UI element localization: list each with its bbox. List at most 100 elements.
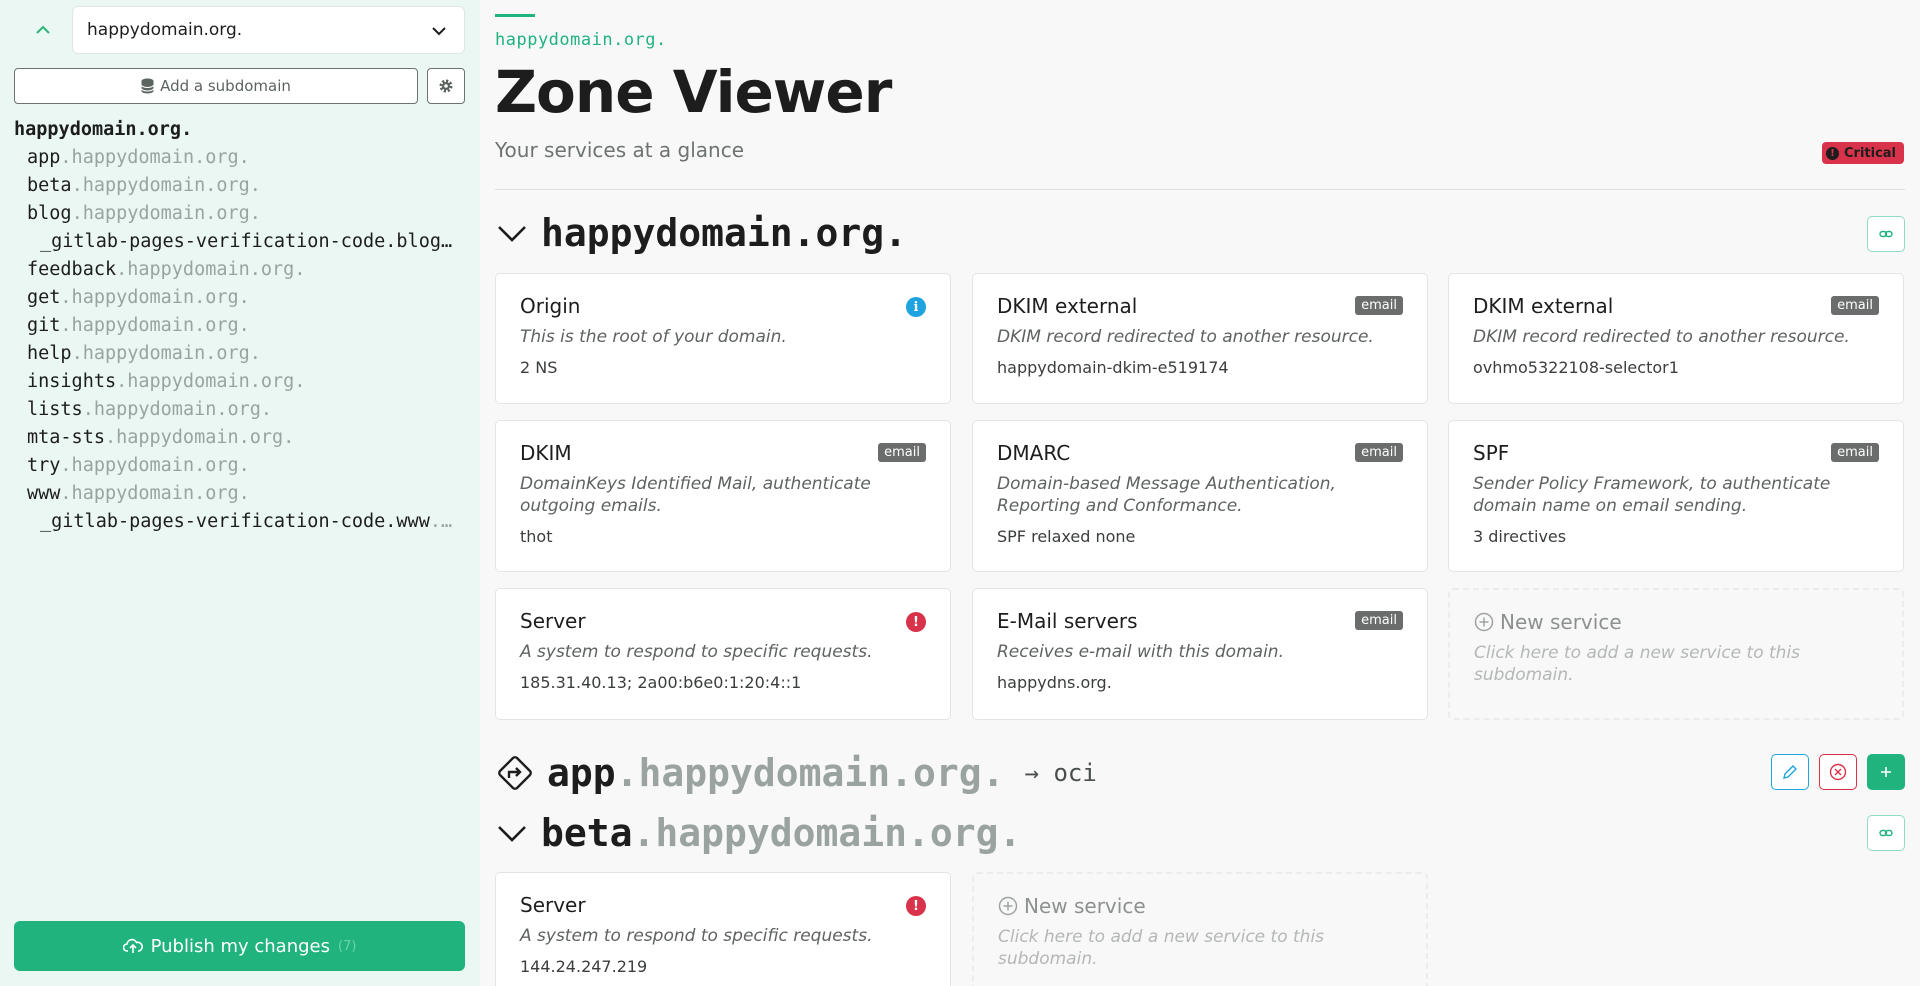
card-title: DKIM [520,441,572,465]
alert-icon: ! [906,896,926,916]
tree-item-beta[interactable]: beta.happydomain.org. [14,172,464,200]
settings-button[interactable] [427,68,465,104]
gear-icon [439,79,453,93]
main-content: happydomain.org. Zone Viewer Your servic… [495,0,1905,986]
card-value: SPF relaxed none [997,527,1136,546]
service-card-dkim[interactable]: DKIM email DomainKeys Identified Mail, a… [495,420,951,572]
service-card-beta-server[interactable]: Server ! A system to respond to specific… [495,872,951,986]
card-description: Click here to add a new service to this … [1474,643,1801,685]
link-icon [1879,230,1893,238]
redirect-target: → oci [1024,759,1097,787]
new-service-label: New service [1500,610,1622,634]
domain-select[interactable]: happydomain.org. [72,6,465,54]
cloud-upload-icon [122,938,143,953]
tree-item-blog[interactable]: blog.happydomain.org. [14,200,464,228]
zone-name-root: happydomain.org. [541,211,908,255]
zone-suffix-app: .happydomain.org. [615,751,1005,795]
service-card-dmarc[interactable]: DMARC email Domain-based Message Authent… [972,420,1428,572]
subdomain-tree: happydomain.org. app.happydomain.org. be… [14,116,464,536]
email-badge: email [1355,611,1403,630]
card-description: This is the root of your domain. [520,327,787,347]
tree-item-lists[interactable]: lists.happydomain.org. [14,396,464,424]
chevron-down-icon[interactable] [495,816,529,850]
card-value: happydns.org. [997,673,1112,692]
domain-bar: happydomain.org. [14,6,465,54]
service-card-dkim-external-1[interactable]: DKIM external email DKIM record redirect… [972,273,1428,404]
tree-item-git[interactable]: git.happydomain.org. [14,312,464,340]
link-icon [1879,829,1893,837]
tree-root[interactable]: happydomain.org. [14,116,464,144]
card-value: happydomain-dkim-e519174 [997,358,1229,377]
tree-item-get[interactable]: get.happydomain.org. [14,284,464,312]
publish-label: Publish my changes [150,935,330,957]
page-title: Zone Viewer [495,58,892,126]
card-title: DKIM external [997,294,1138,318]
tree-item-gitlab-www[interactable]: _gitlab-pages-verification-code.www.… [14,508,464,536]
zone-header-beta: beta.happydomain.org. [495,808,1021,858]
pencil-icon [1783,765,1797,779]
card-title: Server [520,609,586,633]
sidebar: happydomain.org. Add a subdomain happydo… [0,0,480,986]
email-badge: email [1831,296,1879,315]
email-badge: email [1831,443,1879,462]
service-card-dkim-external-2[interactable]: DKIM external email DKIM record redirect… [1448,273,1904,404]
card-description: DKIM record redirected to another resour… [997,327,1374,347]
plus-circle-icon [998,896,1018,916]
chevron-down-icon[interactable] [495,216,529,250]
chevron-up-icon [36,25,50,34]
tree-item-insights[interactable]: insights.happydomain.org. [14,368,464,396]
zone-header-app: app.happydomain.org. → oci [495,748,1097,798]
breadcrumb: happydomain.org. [495,30,667,50]
delete-button-app[interactable] [1819,754,1857,790]
card-description: Click here to add a new service to this … [998,927,1325,969]
critical-label: Critical [1844,145,1897,161]
zone-suffix-beta: .happydomain.org. [632,811,1022,855]
publish-button[interactable]: Publish my changes (7) [14,921,465,971]
zone-name-beta: beta [541,811,633,855]
card-value: 2 NS [520,358,558,377]
collapse-button[interactable] [14,6,72,54]
tree-item-app[interactable]: app.happydomain.org. [14,144,464,172]
tree-item-help[interactable]: help.happydomain.org. [14,340,464,368]
tree-item-mta-sts[interactable]: mta-sts.happydomain.org. [14,424,464,452]
zone-header-root: happydomain.org. [495,208,907,258]
card-title: SPF [1473,441,1510,465]
divider [495,189,1905,190]
card-title: E-Mail servers [997,609,1138,633]
link-button-root[interactable] [1867,216,1905,252]
alert-icon: ! [906,612,926,632]
critical-badge: ! Critical [1822,142,1905,164]
tree-item-gitlab-blog[interactable]: _gitlab-pages-verification-code.blog… [14,228,464,256]
close-circle-icon [1829,763,1847,781]
service-card-email-servers[interactable]: E-Mail servers email Receives e-mail wit… [972,588,1428,720]
page-subtitle: Your services at a glance [495,138,745,162]
card-description: Sender Policy Framework, to authenticate… [1473,474,1831,516]
service-card-server[interactable]: Server ! A system to respond to specific… [495,588,951,720]
tree-item-try[interactable]: try.happydomain.org. [14,452,464,480]
plus-circle-icon [1474,612,1494,632]
card-value: thot [520,527,553,546]
link-button-beta[interactable] [1867,815,1905,851]
add-button-app[interactable] [1867,754,1905,790]
card-title: New service [1474,610,1878,634]
card-description: DomainKeys Identified Mail, authenticate… [520,474,871,516]
tree-item-feedback[interactable]: feedback.happydomain.org. [14,256,464,284]
publish-count: (7) [338,938,357,954]
accent-line [495,14,535,17]
database-icon [141,78,155,94]
service-card-origin[interactable]: Origin i This is the root of your domain… [495,273,951,404]
new-service-card-beta[interactable]: New service Click here to add a new serv… [972,872,1428,986]
add-subdomain-button[interactable]: Add a subdomain [14,68,418,104]
chevron-down-icon [432,27,446,36]
card-title: Server [520,893,586,917]
edit-button-app[interactable] [1771,754,1809,790]
service-card-spf[interactable]: SPF email Sender Policy Framework, to au… [1448,420,1904,572]
domain-select-value: happydomain.org. [87,20,243,40]
card-value: ovhmo5322108-selector1 [1473,358,1679,377]
tree-item-www[interactable]: www.happydomain.org. [14,480,464,508]
new-service-card-root[interactable]: New service Click here to add a new serv… [1448,588,1904,720]
card-description: A system to respond to specific requests… [520,642,873,662]
add-subdomain-label: Add a subdomain [160,77,291,95]
card-value: 3 directives [1473,527,1567,546]
card-title: DMARC [997,441,1071,465]
